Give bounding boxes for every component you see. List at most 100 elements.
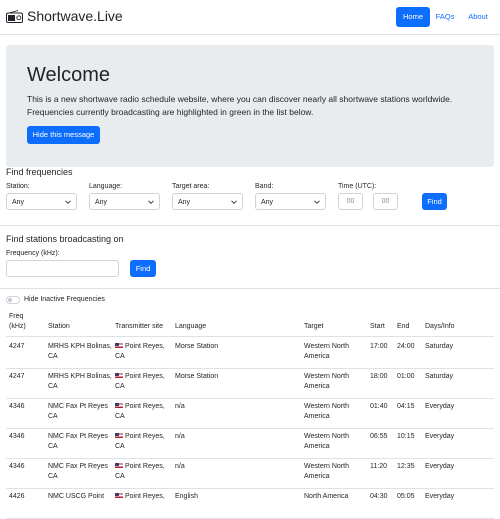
cell-target: Western North America xyxy=(304,432,366,452)
start-text: 18:00 xyxy=(370,373,388,380)
target-text: Western North America xyxy=(304,403,349,420)
freq-text: 4346 xyxy=(9,403,25,410)
cell-end: 01:00 xyxy=(397,372,422,382)
row-separator xyxy=(6,488,494,489)
col-header-freq: Freq (kHz) xyxy=(9,313,26,330)
col-header-site: Transmitter site xyxy=(115,323,163,330)
language-text: n/a xyxy=(175,463,185,470)
time-start-input[interactable]: 00 xyxy=(338,193,363,210)
welcome-text: This is a new shortwave radio schedule w… xyxy=(27,94,453,117)
welcome-panel: Welcome This is a new shortwave radio sc… xyxy=(6,45,494,167)
radio-icon xyxy=(6,9,23,23)
band-select[interactable]: Any xyxy=(255,193,326,210)
us-flag-icon xyxy=(115,463,123,468)
cell-station: MRHS KPH Bolinas, CA xyxy=(48,372,112,392)
cell-freq: 4247 xyxy=(9,372,39,382)
cell-freq: 4346 xyxy=(9,462,39,472)
hide-inactive-toggle[interactable] xyxy=(6,296,20,304)
freq-text: 4426 xyxy=(9,493,25,500)
station-text: NMC Fax Pt Reyes CA xyxy=(48,403,108,420)
frequency-input[interactable] xyxy=(6,260,119,277)
end-text: 01:00 xyxy=(397,373,415,380)
find-frequencies-button[interactable]: Find xyxy=(422,193,447,210)
cell-start: 01:40 xyxy=(370,402,395,412)
cell-target: Western North America xyxy=(304,372,366,392)
col-header-target: Target xyxy=(304,323,324,330)
end-text: 24:00 xyxy=(397,343,415,350)
cell-start: 06:55 xyxy=(370,432,395,442)
freq-text: 4346 xyxy=(9,433,25,440)
days-text: Everyday xyxy=(425,493,455,500)
target-text: North America xyxy=(304,493,349,500)
start-text: 01:40 xyxy=(370,403,388,410)
toggle-knob xyxy=(8,298,12,302)
find-stations-button[interactable]: Find xyxy=(130,260,156,277)
cell-station: MRHS KPH Bolinas, CA xyxy=(48,342,112,362)
language-text: Morse Station xyxy=(175,343,219,350)
cell-end: 04:15 xyxy=(397,402,422,412)
end-text: 12:35 xyxy=(397,463,415,470)
station-select-value: Any xyxy=(12,199,25,206)
cell-days: Everyday xyxy=(425,402,490,412)
cell-end: 12:35 xyxy=(397,462,422,472)
col-header-station: Station xyxy=(48,323,70,330)
brand[interactable]: Shortwave.Live xyxy=(6,8,123,24)
cell-site: Point Reyes, CA xyxy=(115,402,173,422)
cell-site: Point Reyes, CA xyxy=(115,462,173,482)
navbar: Shortwave.Live Home FAQs About xyxy=(0,0,500,35)
cell-end: 10:15 xyxy=(397,432,422,442)
header-separator xyxy=(6,336,494,337)
us-flag-icon xyxy=(115,373,123,378)
time-end-input[interactable]: 00 xyxy=(373,193,398,210)
cell-language: Morse Station xyxy=(175,342,295,352)
find-frequencies-title: Find frequencies xyxy=(6,167,73,177)
target-area-select[interactable]: Any xyxy=(172,193,243,210)
cell-end: 05:05 xyxy=(397,492,422,502)
cell-start: 18:00 xyxy=(370,372,395,382)
cell-site: Point Reyes, CA xyxy=(115,432,173,452)
days-text: Saturday xyxy=(425,343,454,350)
row-separator xyxy=(6,368,494,369)
end-text: 05:05 xyxy=(397,493,415,500)
brand-name: Shortwave.Live xyxy=(27,8,123,24)
nav-home[interactable]: Home xyxy=(396,7,430,27)
nav-about[interactable]: About xyxy=(464,7,492,27)
freq-text: 4247 xyxy=(9,373,25,380)
cell-end: 24:00 xyxy=(397,342,422,352)
cell-start: 17:00 xyxy=(370,342,395,352)
target-area-select-value: Any xyxy=(178,199,191,206)
welcome-title: Welcome xyxy=(27,64,110,86)
language-text: English xyxy=(175,493,198,500)
language-select[interactable]: Any xyxy=(89,193,160,210)
cell-days: Saturday xyxy=(425,342,490,352)
cell-language: n/a xyxy=(175,462,295,472)
hide-inactive-label: Hide Inactive Frequencies xyxy=(24,296,105,303)
band-select-value: Any xyxy=(261,199,274,206)
cell-site: Point Reyes, CA xyxy=(115,372,173,392)
cell-freq: 4346 xyxy=(9,432,39,442)
language-text: Morse Station xyxy=(175,373,219,380)
cell-days: Everyday xyxy=(425,432,490,442)
col-header-language: Language xyxy=(175,323,207,330)
cell-target: North America xyxy=(304,492,366,502)
station-text: NMC Fax Pt Reyes CA xyxy=(48,463,108,480)
chevron-down-icon xyxy=(314,200,320,205)
cell-target: Western North America xyxy=(304,462,366,482)
hide-message-button[interactable]: Hide this message xyxy=(27,126,100,144)
cell-target: Western North America xyxy=(304,342,366,362)
days-text: Everyday xyxy=(425,433,455,440)
station-label: Station: xyxy=(6,183,30,190)
station-select[interactable]: Any xyxy=(6,193,77,210)
chevron-down-icon xyxy=(65,200,71,205)
language-text: n/a xyxy=(175,403,185,410)
start-text: 11:20 xyxy=(370,463,387,470)
cell-station: NMC Fax Pt Reyes CA xyxy=(48,402,112,422)
target-text: Western North America xyxy=(304,343,349,360)
col-header-end: End xyxy=(397,323,410,330)
cell-site: Point Reyes, CA xyxy=(115,342,173,362)
nav-faqs[interactable]: FAQs xyxy=(433,7,457,27)
site-text: Point Reyes, xyxy=(125,493,165,500)
cell-freq: 4346 xyxy=(9,402,39,412)
cell-site: Point Reyes, xyxy=(115,492,173,502)
target-text: Western North America xyxy=(304,433,349,450)
